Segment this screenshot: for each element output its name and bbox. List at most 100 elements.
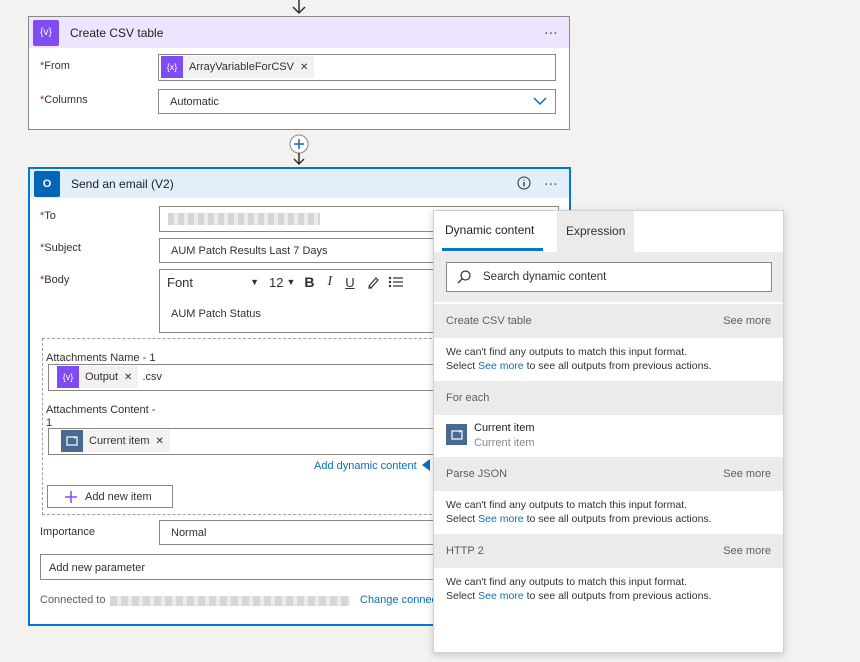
attachments-name-field[interactable]: {v} Output ✕ .csv: [48, 364, 463, 391]
columns-dropdown[interactable]: Automatic: [158, 89, 556, 114]
msg-rest: to see all outputs from previous actions…: [526, 513, 712, 525]
see-more-link[interactable]: See more: [478, 513, 524, 525]
to-label: *To: [40, 210, 56, 222]
body-text: AUM Patch Status: [171, 308, 261, 320]
importance-value: Normal: [171, 527, 207, 539]
msg-select: Select: [446, 513, 476, 525]
panel-tabs: Dynamic content Expression: [434, 211, 783, 252]
button-label: Add new item: [85, 490, 152, 503]
more-options-icon[interactable]: ⋯: [544, 175, 559, 192]
add-dynamic-content-link[interactable]: Add dynamic content: [314, 460, 417, 472]
see-more-link[interactable]: See more: [478, 360, 524, 372]
loop-icon: [61, 430, 83, 452]
token-label: ArrayVariableForCSV: [189, 61, 294, 73]
redacted-recipient: [168, 213, 320, 225]
card-title: Send an email (V2): [71, 176, 174, 191]
from-label: *From: [40, 60, 70, 72]
no-outputs-message: We can't find any outputs to match this …: [446, 575, 712, 603]
font-dropdown[interactable]: Font ▼: [167, 272, 259, 292]
send-email-header[interactable]: O Send an email (V2) ⋯: [30, 169, 569, 198]
section-title: Parse JSON: [446, 468, 508, 480]
msg-line-2: Select See more to see all outputs from …: [446, 359, 712, 373]
see-more-link[interactable]: See more: [723, 468, 771, 480]
section-title: Create CSV table: [446, 315, 532, 327]
italic-button[interactable]: I: [328, 274, 333, 290]
variable-icon: {x}: [161, 56, 183, 78]
subject-value: AUM Patch Results Last 7 Days: [171, 245, 328, 257]
section-http-2: HTTP 2 See more: [434, 534, 783, 568]
current-item-token[interactable]: Current item ✕: [61, 430, 170, 452]
attachments-content-label: Attachments Content - 1: [46, 404, 155, 430]
dynamic-content-panel: Dynamic content Expression Search dynami…: [433, 210, 784, 653]
output-token[interactable]: {v} Output ✕: [57, 366, 139, 388]
create-csv-table-card: {v} Create CSV table ⋯ *From {x} ArrayVa…: [28, 16, 570, 130]
section-for-each: For each: [434, 381, 783, 415]
msg-line-1: We can't find any outputs to match this …: [446, 499, 688, 511]
caret-down-icon: ▼: [286, 277, 296, 287]
add-param-label: Add new parameter: [49, 562, 145, 574]
msg-rest: to see all outputs from previous actions…: [526, 360, 712, 372]
more-options-icon[interactable]: ⋯: [544, 24, 559, 41]
msg-select: Select: [446, 360, 476, 372]
see-more-link[interactable]: See more: [723, 315, 771, 327]
entry-subtitle: Current item: [474, 437, 535, 449]
array-variable-token[interactable]: {x} ArrayVariableForCSV ✕: [161, 56, 315, 78]
search-band: Search dynamic content: [434, 252, 783, 302]
label-line-1: Attachments Content -: [46, 404, 156, 416]
caret-left-icon: [421, 459, 431, 471]
tab-dynamic-content[interactable]: Dynamic content: [445, 223, 534, 237]
body-label: *Body: [40, 274, 70, 286]
bold-button[interactable]: B: [304, 274, 314, 290]
entry-title: Current item: [474, 422, 535, 434]
search-placeholder: Search dynamic content: [483, 271, 607, 283]
tab-expression[interactable]: Expression: [557, 211, 634, 252]
subject-label: *Subject: [40, 242, 81, 254]
attachments-group: Attachments Name - 1 {v} Output ✕ .csv A…: [42, 338, 463, 515]
add-new-item-button[interactable]: Add new item: [47, 485, 173, 508]
font-size-dropdown[interactable]: 12 ▼: [269, 275, 295, 290]
search-icon: [457, 270, 471, 284]
highlight-icon[interactable]: [366, 275, 380, 289]
active-tab-indicator: [442, 248, 543, 251]
see-more-link[interactable]: See more: [723, 545, 771, 557]
loop-icon: [446, 424, 467, 445]
attachments-content-field[interactable]: Current item ✕: [48, 428, 463, 455]
section-parse-json: Parse JSON See more: [434, 457, 783, 491]
outlook-icon: O: [34, 170, 60, 197]
filename-suffix: .csv: [142, 371, 163, 383]
msg-line-1: We can't find any outputs to match this …: [446, 346, 688, 358]
variable-icon: {v}: [33, 19, 59, 46]
plus-icon: [65, 490, 77, 503]
token-label: Current item: [89, 435, 150, 447]
from-field[interactable]: {x} ArrayVariableForCSV ✕: [158, 54, 556, 81]
insert-step-button[interactable]: [288, 133, 310, 167]
columns-value: Automatic: [170, 96, 219, 108]
current-item-entry[interactable]: Current item Current item: [434, 416, 783, 456]
see-more-link[interactable]: See more: [478, 590, 524, 602]
create-csv-header[interactable]: {v} Create CSV table ⋯: [29, 17, 569, 48]
bullet-list-icon[interactable]: [388, 275, 404, 289]
no-outputs-message: We can't find any outputs to match this …: [446, 345, 712, 373]
connected-to-text: Connected to: [40, 594, 106, 606]
remove-token-icon[interactable]: ✕: [124, 372, 132, 383]
attachments-name-label: Attachments Name - 1: [46, 352, 156, 364]
msg-line-2: Select See more to see all outputs from …: [446, 589, 712, 603]
change-connection-link[interactable]: Change connec: [360, 594, 437, 606]
msg-line-2: Select See more to see all outputs from …: [446, 512, 712, 526]
variable-icon: {v}: [57, 366, 79, 388]
card-title: Create CSV table: [70, 25, 164, 40]
token-label: Output: [85, 371, 119, 383]
no-outputs-message: We can't find any outputs to match this …: [446, 498, 712, 526]
remove-token-icon[interactable]: ✕: [156, 436, 164, 447]
msg-rest: to see all outputs from previous actions…: [526, 590, 712, 602]
search-input[interactable]: Search dynamic content: [446, 262, 772, 292]
section-title: HTTP 2: [446, 545, 484, 557]
connector-arrow-top: [290, 0, 308, 16]
redacted-connection: [110, 596, 350, 606]
chevron-down-icon: [533, 97, 547, 106]
msg-line-1: We can't find any outputs to match this …: [446, 576, 688, 588]
remove-token-icon[interactable]: ✕: [300, 62, 308, 73]
info-icon[interactable]: [517, 176, 531, 190]
underline-button[interactable]: U: [345, 275, 354, 290]
tab-label: Expression: [566, 224, 626, 238]
